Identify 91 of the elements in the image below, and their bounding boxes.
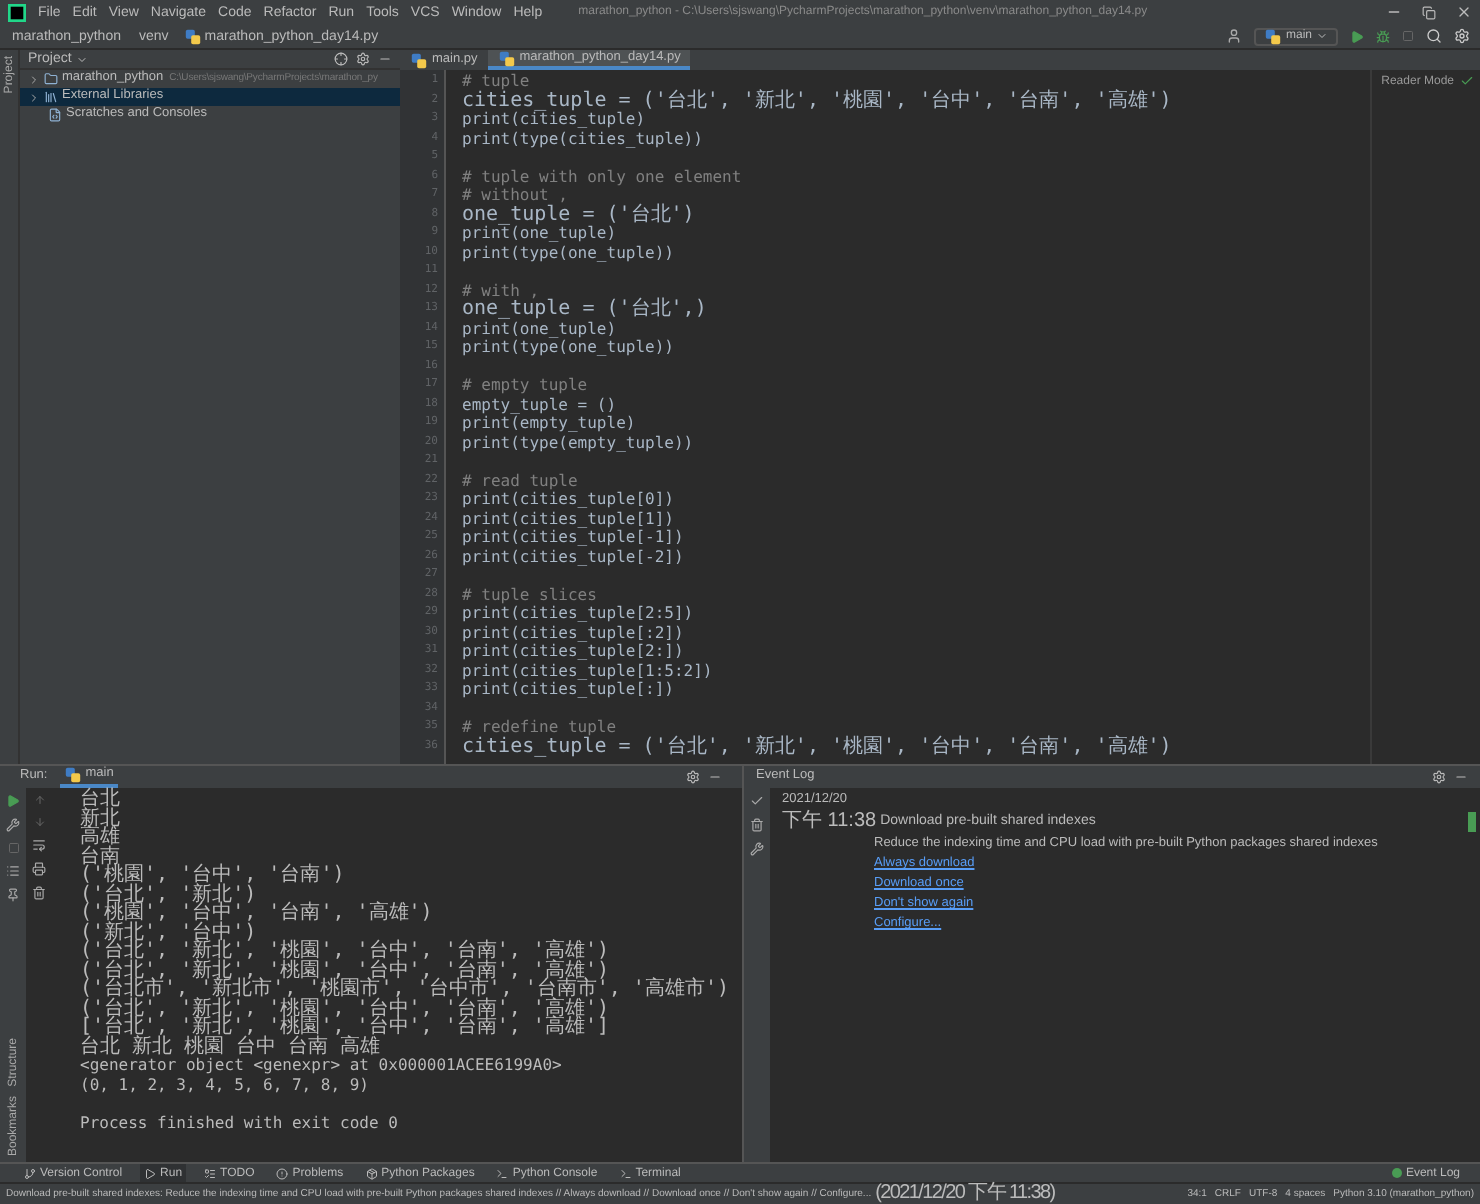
checklist-icon: [204, 1167, 217, 1179]
caret-icon: [75, 53, 88, 65]
code-comment: # tuple slices: [460, 585, 597, 604]
folder-icon: [44, 72, 58, 86]
trash-icon[interactable]: [750, 818, 764, 832]
list-icon[interactable]: [6, 864, 20, 878]
app-logo-icon: [8, 3, 26, 21]
caret-icon: [1316, 30, 1328, 42]
python-file-icon: [497, 49, 516, 67]
wrench-icon[interactable]: [6, 818, 20, 832]
console-output-line: ['台北', '新北', '桃園', '台中', '台南', '高雄']: [80, 1018, 609, 1037]
settings-button[interactable]: [356, 52, 370, 66]
code-line: print(type(cities_tuple)): [460, 129, 705, 148]
hide-button[interactable]: [1454, 770, 1468, 784]
locate-icon[interactable]: [334, 52, 348, 66]
console-output-line: <generator object <genexpr> at 0x000001ACEE6199A0>: [80, 1056, 562, 1075]
console-output-line: ('台北', '新北', '桃園', '台中', '台南', '高雄'): [80, 961, 609, 980]
hide-button[interactable]: [378, 52, 392, 66]
scroll-marker: [1468, 812, 1476, 832]
rerun-button[interactable]: [6, 794, 20, 808]
check-icon: [1460, 74, 1474, 88]
code-comment: # read tuple: [460, 471, 578, 490]
console-output-line: ('桃園', '台中', '台南'): [80, 866, 345, 885]
code-line: print(cities_tuple[:2]): [460, 623, 686, 642]
console-output-line: 新北: [80, 809, 120, 828]
code-comment: # tuple: [460, 72, 532, 90]
code-line: print(one_tuple): [460, 224, 619, 243]
code-line: cities_tuple = ('台北', '新北', '桃園', '台中', '台南', '高雄'): [460, 91, 1174, 110]
settings-button[interactable]: [1432, 770, 1446, 784]
hide-button[interactable]: [708, 770, 722, 784]
restore-button[interactable]: [1422, 5, 1436, 19]
code-line: print(cities_tuple[2:5]): [460, 604, 696, 623]
code-line: empty_tuple = (): [460, 395, 617, 414]
code-line: print(cities_tuple[1:5:2]): [460, 661, 715, 680]
close-button[interactable]: [1456, 4, 1472, 20]
python-file-icon: [1263, 27, 1282, 45]
console-output-line: 台北: [80, 790, 120, 809]
run-button[interactable]: [1350, 29, 1364, 43]
code-line: cities_tuple = ('台北', '新北', '桃園', '台中', '台南', '高雄'): [460, 737, 1174, 756]
debug-button[interactable]: [1376, 29, 1390, 43]
console-output-line: ('台北市', '新北市', '桃園市', '台中市', '台南市', '高雄市'): [80, 980, 729, 999]
file-icon: [48, 108, 62, 122]
wrench-icon[interactable]: [750, 842, 764, 856]
python-file-icon: [410, 51, 428, 69]
code-line: print(cities_tuple[-2]): [460, 547, 686, 566]
log-time: 下午 11:38: [782, 810, 877, 832]
branch-icon: [24, 1167, 36, 1179]
settings-button[interactable]: [1454, 28, 1470, 44]
code-line: print(cities_tuple[-1]): [460, 528, 686, 547]
code-line: print(cities_tuple[1]): [460, 509, 674, 528]
code-line: print(cities_tuple[:]): [460, 680, 674, 699]
code-comment: # empty tuple: [460, 376, 590, 395]
python-file-icon: [63, 766, 82, 784]
wrap-icon[interactable]: [32, 838, 46, 852]
alert-icon: [276, 1167, 289, 1179]
console-output-line: ('新北', '台中'): [80, 923, 257, 942]
trash-icon[interactable]: [32, 886, 46, 900]
code-line: print(type(one_tuple)): [460, 338, 676, 357]
code-comment: # with ,: [460, 281, 540, 299]
code-line: one_tuple = ('台北'): [460, 205, 697, 224]
code-line: print(cities_tuple[0]): [460, 490, 676, 509]
terminal-icon: [619, 1167, 632, 1179]
package-icon: [365, 1167, 378, 1179]
code-line: print(cities_tuple[2:]): [460, 642, 686, 661]
code-line: print(type(empty_tuple)): [460, 433, 696, 452]
pin-icon[interactable]: [6, 888, 20, 902]
console-output-line: (0, 1, 2, 3, 4, 5, 6, 7, 8, 9): [80, 1075, 369, 1094]
status-time: (2021/12/20 下午 11:38): [875, 1184, 1055, 1204]
console-output-line: ('台北', '新北'): [80, 885, 257, 904]
console-output-line: ('台北', '新北', '桃園', '台中', '台南', '高雄'): [80, 999, 609, 1018]
code-line: print(one_tuple): [460, 319, 617, 338]
console-output-line: 高雄: [80, 828, 120, 847]
settings-button[interactable]: [686, 770, 700, 784]
play-icon: [144, 1167, 157, 1179]
console-output-line: 台南: [80, 847, 120, 866]
search-button[interactable]: [1426, 28, 1442, 44]
print-icon[interactable]: [32, 862, 46, 876]
user-icon[interactable]: [1225, 28, 1242, 44]
library-icon: [44, 90, 58, 104]
console-output-line: ('桃園', '台中', '台南', '高雄'): [80, 904, 433, 923]
code-comment: # without ,: [460, 186, 570, 204]
code-line: one_tuple = ('台北',): [460, 300, 709, 319]
code-comment: # tuple with only one element: [460, 167, 744, 186]
code-line: print(type(one_tuple)): [460, 243, 676, 262]
code-line: print(cities_tuple): [460, 110, 648, 129]
python-file-icon: [184, 27, 203, 45]
code-line: print(empty_tuple): [460, 414, 638, 433]
console-output-line: Process finished with exit code 0: [80, 1113, 398, 1132]
console-output-line: ('台北', '新北', '桃園', '台中', '台南', '高雄'): [80, 942, 609, 961]
code-comment: # redefine tuple: [460, 718, 619, 736]
console-output-line: 台北 新北 桃園 台中 台南 高雄: [80, 1037, 381, 1056]
